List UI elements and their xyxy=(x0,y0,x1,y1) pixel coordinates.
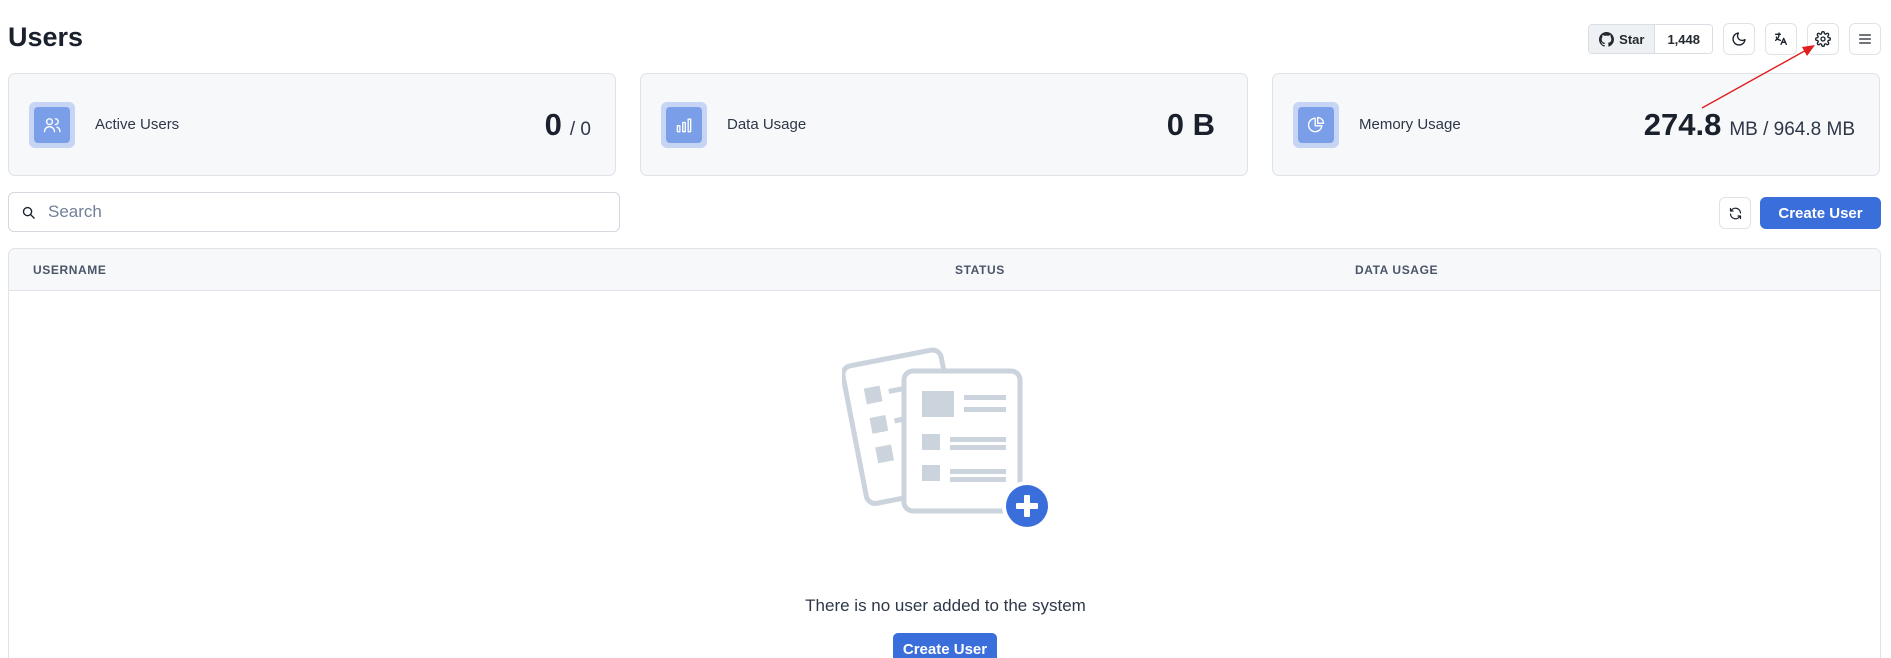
page-title: Users xyxy=(8,22,84,52)
users-page: Users Star 1,448 Active Users 0 / 0 Data… xyxy=(0,0,1891,658)
translate-icon xyxy=(1775,32,1787,45)
create-user-button[interactable]: Create User xyxy=(1760,197,1881,229)
empty-documents-illustration xyxy=(842,347,1052,531)
column-header-data-usage[interactable]: DATA USAGE xyxy=(1355,263,1438,277)
refresh-icon xyxy=(1729,207,1741,219)
stat-value: 0 / 0 xyxy=(545,107,591,143)
settings-button[interactable] xyxy=(1807,23,1839,55)
menu-button[interactable] xyxy=(1849,23,1881,55)
search-input[interactable] xyxy=(48,202,588,222)
refresh-button[interactable] xyxy=(1719,197,1751,229)
header-actions: Star 1,448 xyxy=(1588,23,1881,55)
table-header: USERNAME STATUS DATA USAGE xyxy=(9,249,1880,291)
search-box[interactable] xyxy=(8,192,620,232)
stat-sub-value: / 0 xyxy=(569,118,591,140)
empty-state: There is no user added to the system Cre… xyxy=(9,291,1880,658)
empty-state-create-user-button[interactable]: Create User xyxy=(893,633,997,658)
stat-card-data-usage: Data Usage 0 B xyxy=(640,73,1248,176)
stat-main-value: 274.8 xyxy=(1643,106,1722,142)
users-icon xyxy=(43,117,61,132)
github-star-widget[interactable]: Star 1,448 xyxy=(1588,24,1713,54)
stat-main-value: 0 B xyxy=(1166,106,1215,142)
theme-toggle-button[interactable] xyxy=(1723,23,1755,55)
pie-chart-icon xyxy=(1307,116,1325,132)
search-icon xyxy=(22,206,35,219)
menu-icon xyxy=(1859,34,1871,44)
column-header-status[interactable]: STATUS xyxy=(955,263,1005,277)
stats-row: Active Users 0 / 0 Data Usage 0 B Memory… xyxy=(8,73,1880,176)
stat-value: 0 B xyxy=(1167,107,1223,143)
stat-card-memory-usage: Memory Usage 274.8 MB / 964.8 MB xyxy=(1272,73,1880,176)
stat-icon-frame xyxy=(1293,101,1339,148)
empty-state-message: There is no user added to the system xyxy=(805,596,1086,615)
plus-circle-icon xyxy=(1002,481,1052,531)
stat-label: Memory Usage xyxy=(1359,116,1461,133)
stat-label: Active Users xyxy=(95,116,180,133)
bar-chart-icon xyxy=(676,118,692,132)
moon-icon xyxy=(1732,32,1746,46)
stat-value: 274.8 MB / 964.8 MB xyxy=(1644,107,1855,143)
github-icon xyxy=(1599,31,1615,47)
stat-main-value: 0 xyxy=(544,106,562,142)
users-table: USERNAME STATUS DATA USAGE There is no u… xyxy=(8,248,1881,658)
language-button[interactable] xyxy=(1765,23,1797,55)
github-star-label: Star xyxy=(1619,31,1645,47)
column-header-username[interactable]: USERNAME xyxy=(33,263,106,277)
stat-label: Data Usage xyxy=(727,116,807,133)
github-star-count[interactable]: 1,448 xyxy=(1655,25,1712,53)
github-star-button[interactable]: Star xyxy=(1589,25,1656,53)
stat-card-active-users: Active Users 0 / 0 xyxy=(8,73,616,176)
gear-icon xyxy=(1815,31,1831,47)
stat-sub-value: MB / 964.8 MB xyxy=(1729,118,1855,140)
stat-icon-frame xyxy=(661,101,707,148)
stat-icon-frame xyxy=(29,101,75,148)
